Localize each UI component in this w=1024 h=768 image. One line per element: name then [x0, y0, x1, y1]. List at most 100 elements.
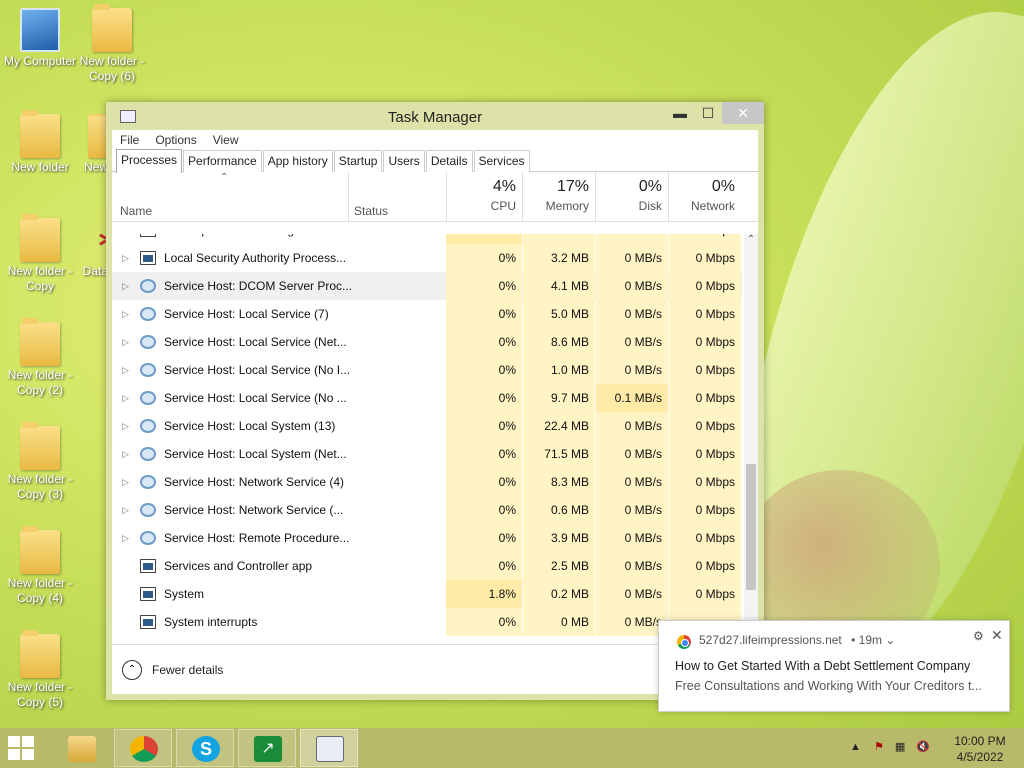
taskbar-file-explorer[interactable] [52, 729, 110, 767]
clock-time: 10:00 PM [954, 734, 1006, 748]
menu-file[interactable]: File [120, 133, 139, 147]
process-row[interactable]: ▷ Service Host: Local Service (No ... 0% 9.… [112, 384, 742, 412]
window-icon [140, 559, 156, 573]
process-row[interactable]: ▷ Service Host: Network Service (... 0% 0.6… [112, 496, 742, 524]
desktop-icon-folder[interactable]: New folder - Copy (6) [72, 4, 152, 84]
column-status[interactable]: Status [354, 204, 388, 218]
desktop-icon-my-computer[interactable]: My Computer [0, 8, 80, 69]
process-row[interactable]: ▷ Service Host: Remote Procedure... 0% 3.9 … [112, 524, 742, 552]
scroll-up-arrow-icon[interactable]: ⌃ [744, 234, 758, 245]
tab-users[interactable]: Users [383, 150, 425, 172]
expand-chevron-icon[interactable]: ▷ [122, 272, 129, 300]
expand-chevron-icon[interactable]: ▷ [122, 524, 129, 552]
process-name: Service Host: Local Service (No ... [164, 391, 347, 405]
process-network: 0 Mbps [669, 580, 741, 608]
tab-services[interactable]: Services [473, 150, 530, 172]
start-button[interactable] [8, 736, 38, 762]
process-row[interactable]: ▷ Service Host: Local System (Net... 0% 71.… [112, 440, 742, 468]
process-name: Service Host: Local Service (No I... [164, 363, 351, 377]
taskbar-stock-app[interactable]: ↗ [238, 729, 296, 767]
desktop-icon-label: New folder - Copy (6) [79, 54, 145, 83]
process-row[interactable]: ▷ Service Host: Local System (13) 0% 22.4 M… [112, 412, 742, 440]
column-disk[interactable]: 0% Disk [596, 172, 668, 213]
desktop-icon-folder[interactable]: New folder - Copy (5) [0, 630, 80, 710]
desktop-icon-shortcut[interactable]: ✲ Data [64, 218, 108, 279]
process-row[interactable]: Desktop Window Manager 0.7%29.5 MB0 MB/s0… [112, 234, 742, 244]
column-divider[interactable] [348, 172, 349, 222]
tab-details[interactable]: Details [425, 150, 473, 172]
expand-chevron-icon[interactable]: ▷ [122, 300, 129, 328]
desktop-icon-label: New folder - Copy (5) [7, 680, 73, 709]
column-network[interactable]: 0% Network [669, 172, 741, 213]
gear-icon[interactable]: ⚙ [973, 629, 984, 643]
tab-strip: Processes Performance App history Startu… [112, 149, 758, 173]
process-disk: 0 MB/s [596, 356, 668, 384]
desktop-icon-folder[interactable]: New [64, 114, 108, 175]
column-name[interactable]: Name [120, 204, 152, 218]
tab-startup[interactable]: Startup [333, 150, 383, 172]
process-row[interactable]: ▷ Local Security Authority Process... 0% 3.… [112, 244, 742, 272]
scrollbar-thumb[interactable] [746, 464, 756, 590]
column-cpu[interactable]: 4% CPU [446, 172, 522, 213]
fewer-details-button[interactable]: Fewer details [152, 663, 223, 677]
process-row[interactable]: ▷ Service Host: Local Service (7) 0% 5.0 MB… [112, 300, 742, 328]
menu-options[interactable]: Options [155, 133, 196, 147]
tab-performance[interactable]: Performance [183, 150, 262, 172]
taskbar-skype[interactable]: S [176, 729, 234, 767]
volume-muted-icon[interactable]: 🔇 [916, 741, 930, 753]
expand-chevron-icon[interactable]: ▷ [122, 412, 129, 440]
process-row[interactable]: Services and Controller app 0% 2.5 MB 0 MB/… [112, 552, 742, 580]
chrome-icon [677, 635, 691, 649]
close-button[interactable]: ✕ [722, 102, 764, 124]
title-bar[interactable]: Task Manager ▬ ☐ ✕ [112, 102, 764, 130]
process-disk: 0 MB/s [596, 328, 668, 356]
taskbar-task-manager[interactable] [300, 729, 358, 767]
chevron-up-icon[interactable]: ⌃ [122, 660, 142, 680]
process-disk: 0 MB/s [596, 552, 668, 580]
process-row[interactable]: ▷ Service Host: Network Service (4) 0% 8.3 … [112, 468, 742, 496]
clock[interactable]: 10:00 PM 4/5/2022 [940, 733, 1020, 765]
process-cpu: 0% [446, 496, 522, 524]
process-memory: 71.5 MB [523, 440, 595, 468]
process-row[interactable]: System interrupts 0% 0 MB 0 MB/s [112, 608, 742, 636]
process-memory: 3.2 MB [523, 244, 595, 272]
menu-view[interactable]: View [213, 133, 239, 147]
process-network: 0 Mbps [669, 440, 741, 468]
vertical-scrollbar[interactable]: ⌃ [744, 234, 758, 644]
process-name: Service Host: DCOM Server Proc... [164, 279, 353, 293]
process-disk: 0 MB/s [596, 244, 668, 272]
process-cpu: 0% [446, 356, 522, 384]
minimize-button[interactable]: ▬ [666, 102, 694, 124]
process-row[interactable]: System 1.8% 0.2 MB 0 MB/s 0 Mbps [112, 580, 742, 608]
process-name: Service Host: Local System (Net... [164, 447, 347, 461]
show-hidden-icons-icon[interactable]: ▲ [850, 741, 861, 753]
notification-toast[interactable]: 527d27.lifeimpressions.net • 19m ⌄ ⚙ ✕ H… [658, 620, 1010, 712]
process-row[interactable]: ▷ Service Host: Local Service (Net... 0% 8.… [112, 328, 742, 356]
desktop-icon-folder[interactable]: New folder - Copy (2) [0, 318, 80, 398]
process-row[interactable]: ▷ Service Host: DCOM Server Proc... 0% 4.1 … [112, 272, 742, 300]
expand-chevron-icon[interactable]: ▷ [122, 356, 129, 384]
tab-app-history[interactable]: App history [262, 150, 333, 172]
expand-chevron-icon[interactable]: ▷ [122, 384, 129, 412]
close-icon[interactable]: ✕ [991, 627, 1003, 644]
column-memory[interactable]: 17% Memory [523, 172, 595, 213]
process-disk: 0 MB/s [596, 300, 668, 328]
expand-chevron-icon[interactable]: ▷ [122, 496, 129, 524]
process-row[interactable]: ▷ Service Host: Local Service (No I... 0% 1… [112, 356, 742, 384]
folder-icon [20, 526, 60, 574]
taskbar-chrome[interactable] [114, 729, 172, 767]
expand-chevron-icon[interactable]: ▷ [122, 440, 129, 468]
maximize-button[interactable]: ☐ [694, 102, 722, 124]
network-icon[interactable]: ▦ [895, 741, 905, 753]
tab-processes[interactable]: Processes [116, 149, 183, 173]
expand-chevron-icon[interactable]: ▷ [122, 244, 129, 272]
desktop-icon-folder[interactable]: New folder - Copy (4) [0, 526, 80, 606]
notification-age[interactable]: • 19m ⌄ [851, 633, 895, 647]
action-center-flag-icon[interactable]: ⚑ [874, 741, 884, 753]
expand-chevron-icon[interactable]: ▷ [122, 328, 129, 356]
expand-chevron-icon[interactable]: ▷ [122, 468, 129, 496]
process-disk: 0 MB/s [596, 524, 668, 552]
memory-label: Memory [545, 199, 589, 213]
memory-total: 17% [556, 178, 589, 195]
desktop-icon-folder[interactable]: New folder - Copy (3) [0, 422, 80, 502]
